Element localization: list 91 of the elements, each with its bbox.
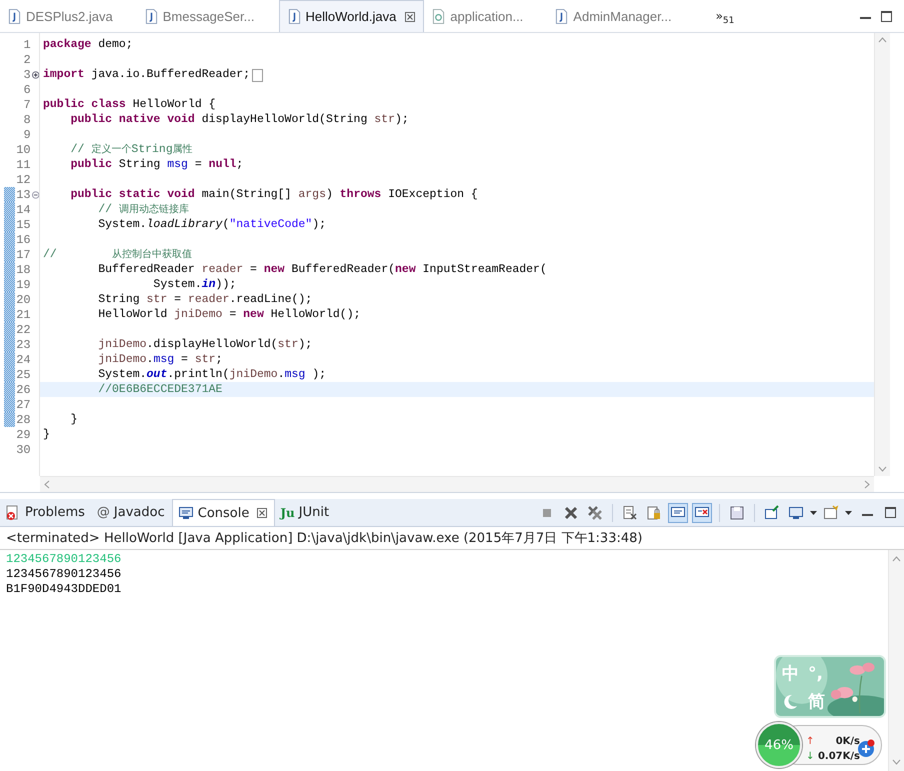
code-line: public String msg = null; — [70, 157, 244, 172]
memory-gauge[interactable]: 46% — [756, 722, 802, 768]
code-line: BufferedReader reader = new BufferedReader(new InputStreamReader( — [97, 262, 547, 277]
line-number: 23 — [15, 338, 31, 352]
java-file-icon — [144, 8, 158, 24]
line-number: 26 — [15, 382, 31, 396]
code-line: import java.io.BufferedReader; — [43, 67, 250, 82]
code-line: //0E6B6ECCEDE371AE — [97, 382, 222, 397]
line-number: 11 — [15, 158, 31, 172]
download-speed: 0.07K/s — [816, 750, 860, 764]
line-number: 28 — [15, 412, 31, 426]
line-number: 19 — [15, 278, 31, 292]
folded-code-box[interactable] — [252, 69, 264, 82]
line-number: 24 — [15, 352, 31, 366]
stdout-icon[interactable] — [668, 502, 688, 522]
horizontal-scrollbar[interactable] — [40, 476, 874, 492]
code-line: System.in)); — [152, 277, 236, 292]
view-tab[interactable]: Ju JUnit — [275, 499, 336, 526]
expand-icon[interactable] — [32, 70, 39, 78]
upload-arrow-icon: ↑ — [806, 734, 816, 749]
line-number: 9 — [22, 128, 31, 142]
line-number: 13 — [15, 188, 31, 202]
line-number: 17 — [15, 248, 31, 262]
java-file-icon — [8, 8, 21, 24]
line-number: 7 — [22, 98, 31, 112]
upload-speed: 0K/s — [834, 735, 860, 749]
code-line: public static void main(String[] args) throws IOException { — [70, 187, 478, 202]
junit-icon: Ju — [280, 506, 295, 520]
code-line: System.out.println(jniDemo.msg ); — [97, 367, 326, 382]
code-line: } — [43, 427, 50, 442]
line-number: 1 — [22, 38, 31, 52]
code-line: // 从控制台中获取值 — [43, 246, 192, 262]
vertical-scrollbar[interactable] — [874, 33, 890, 476]
line-number: 25 — [15, 368, 31, 382]
close-icon[interactable] — [257, 508, 268, 518]
code-line: } — [70, 412, 78, 427]
line-number: 3 — [22, 68, 31, 82]
dropdown-caret-icon[interactable] — [845, 510, 852, 514]
code-line: System.loadLibrary("nativeCode"); — [97, 217, 326, 232]
console-output-line: 1234567890123456 — [6, 567, 122, 582]
line-number: 29 — [15, 428, 31, 442]
code-line: jniDemo.msg = str; — [97, 352, 222, 367]
line-number: 20 — [15, 292, 31, 306]
minimize-icon[interactable] — [862, 514, 873, 516]
console-input-line: 1234567890123456 — [6, 552, 122, 567]
collapse-icon[interactable] — [32, 190, 39, 198]
line-number: 21 — [15, 308, 31, 322]
code-line: HelloWorld jniDemo = new HelloWorld(); — [97, 307, 360, 322]
view-tab[interactable]: Problems — [0, 499, 92, 526]
stderr-icon[interactable] — [692, 502, 712, 522]
line-number: 12 — [15, 172, 31, 186]
line-number: 8 — [22, 112, 31, 126]
download-arrow-icon: ↓ — [806, 749, 816, 764]
line-number: 30 — [15, 442, 31, 456]
line-number: 10 — [15, 142, 31, 156]
monitor-icon — [178, 505, 194, 521]
code-line: package demo; — [43, 37, 133, 52]
view-tab[interactable]: @ Javadoc — [92, 499, 172, 526]
scroll-right-icon[interactable] — [864, 480, 870, 489]
close-icon[interactable] — [405, 12, 416, 22]
line-number: 22 — [15, 322, 31, 336]
line-number: 6 — [22, 82, 31, 96]
java-file-icon — [555, 8, 568, 24]
line-number: 14 — [15, 202, 31, 216]
line-number: 16 — [15, 232, 31, 246]
scroll-down-icon[interactable] — [878, 466, 887, 472]
java-file-icon — [288, 9, 300, 24]
scroll-up-icon[interactable] — [878, 37, 887, 43]
code-line: String str = reader.readLine(); — [97, 292, 312, 307]
scroll-left-icon[interactable] — [44, 480, 50, 489]
line-number: 27 — [15, 398, 31, 412]
line-number: 2 — [22, 52, 31, 66]
editor-tab[interactable]: HelloWorld.java — [278, 0, 424, 32]
code-line: public class HelloWorld { — [43, 97, 216, 112]
maximize-icon[interactable] — [881, 10, 892, 22]
code-line: // 调用动态链接库 — [97, 202, 189, 218]
at-sign-icon: @ — [96, 505, 110, 520]
xml-file-icon — [432, 8, 446, 24]
scroll-down-icon[interactable] — [892, 759, 901, 765]
code-line: jniDemo.displayHelloWorld(str); — [97, 337, 312, 352]
vertical-scrollbar[interactable] — [888, 550, 904, 771]
maximize-icon[interactable] — [885, 507, 896, 518]
console-output-line: B1F90D4943DDED01 — [6, 582, 122, 597]
view-tab[interactable]: Console — [172, 499, 276, 526]
scroll-up-icon[interactable] — [892, 556, 901, 562]
console-process-label: <terminated> HelloWorld [Java Application] D:\java\jdk\bin\javaw.exe (2015年7月7日 下午1:33:48) — [6, 531, 642, 546]
dropdown-caret-icon[interactable] — [810, 510, 817, 514]
code-line: // 定义一个String属性 — [70, 142, 193, 158]
line-number: 18 — [15, 262, 31, 276]
code-line: public native void displayHelloWorld(String str); — [70, 112, 409, 127]
line-number: 15 — [15, 218, 31, 232]
